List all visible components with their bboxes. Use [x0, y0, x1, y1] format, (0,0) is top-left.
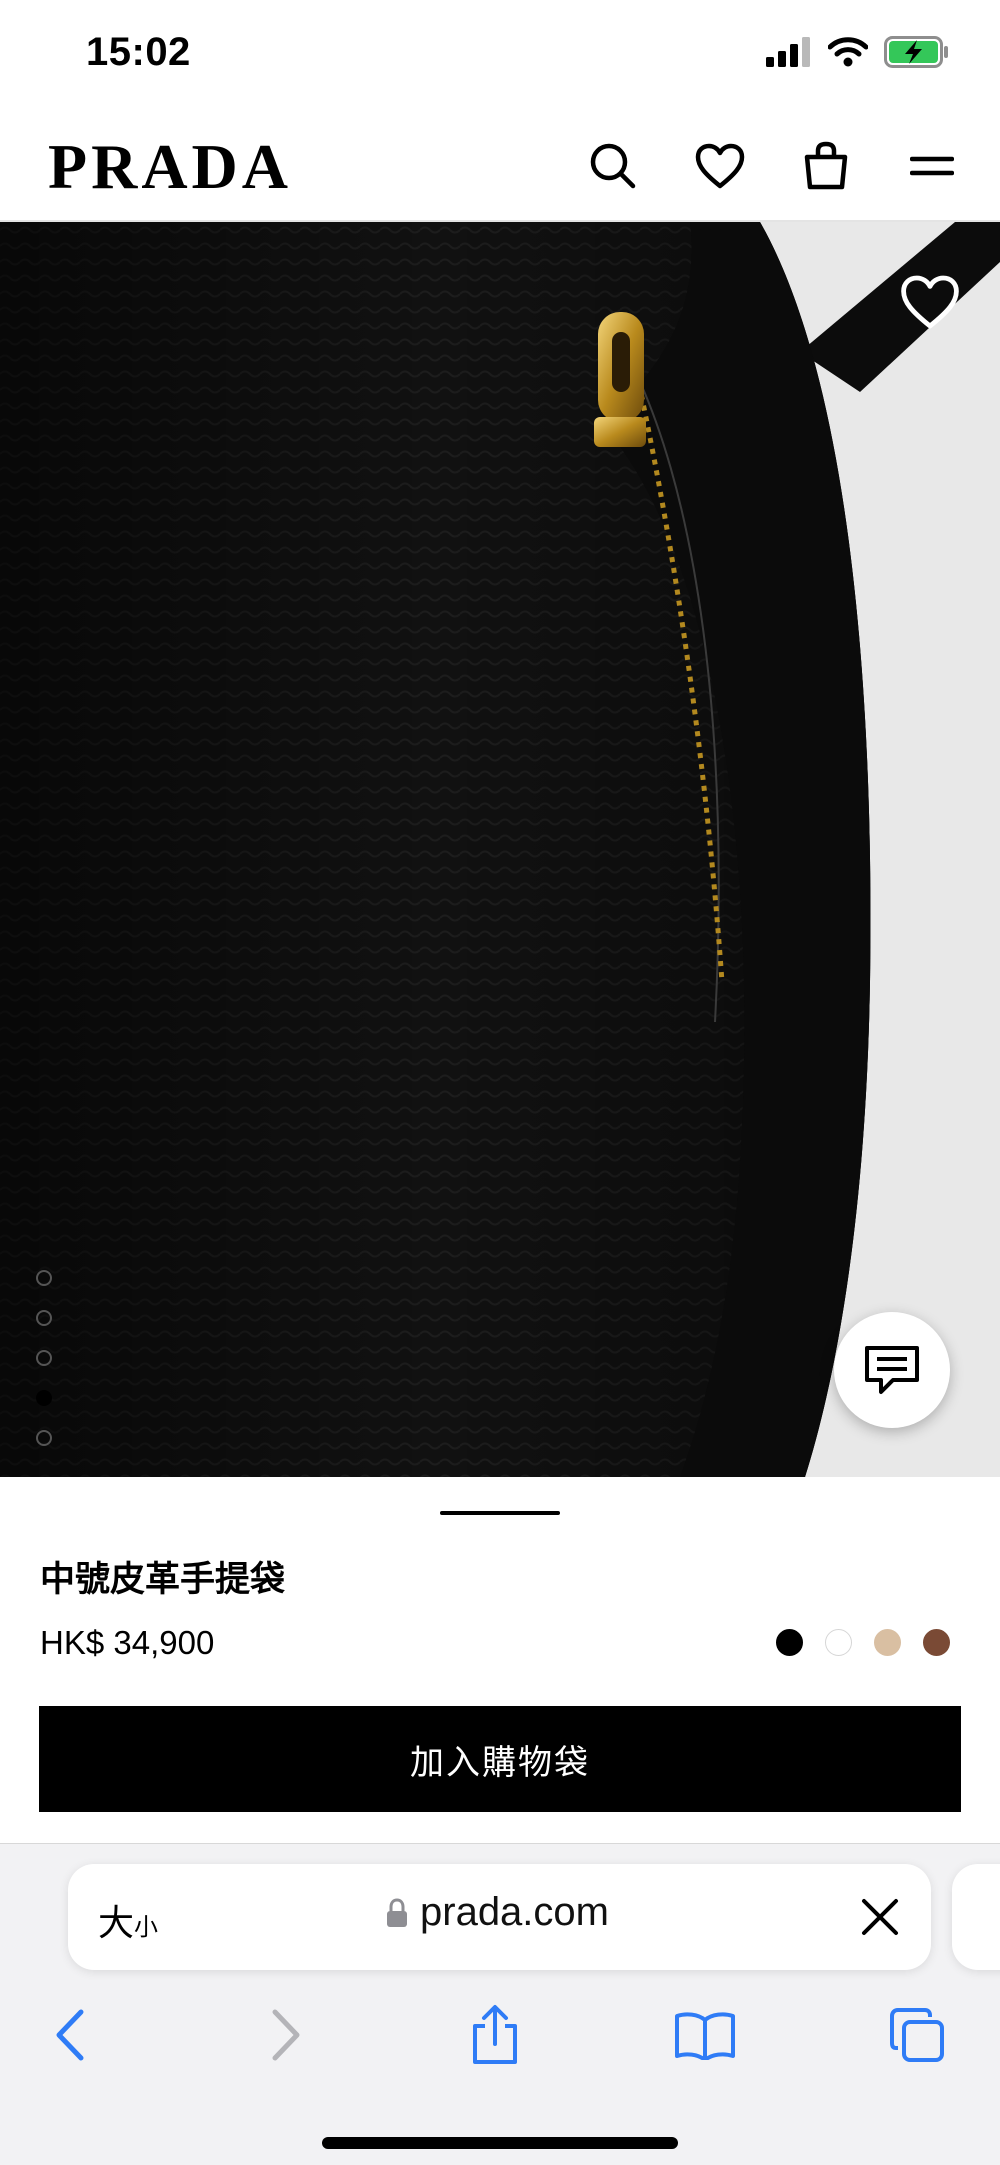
- home-indicator: [322, 2137, 678, 2149]
- text-size-small-glyph: 小: [134, 1914, 159, 1941]
- bag-photo: [0, 222, 1000, 1477]
- gallery-dot[interactable]: [36, 1270, 52, 1286]
- color-swatch-white[interactable]: [825, 1629, 852, 1656]
- gallery-dot[interactable]: [36, 1430, 52, 1446]
- next-tab-preview[interactable]: [952, 1864, 1000, 1970]
- bookmarks-icon[interactable]: [670, 2000, 740, 2070]
- status-time: 15:02: [86, 30, 191, 74]
- signal-icon: [766, 37, 810, 67]
- tabs-icon[interactable]: [882, 2000, 952, 2070]
- battery-charging-icon: [884, 36, 948, 68]
- add-to-bag-button[interactable]: 加入購物袋: [39, 1706, 961, 1812]
- forward-icon[interactable]: [250, 2000, 320, 2070]
- prada-logo[interactable]: PRADA: [48, 130, 292, 204]
- color-swatches: [776, 1629, 950, 1656]
- status-icons: [766, 36, 950, 68]
- color-swatch-black[interactable]: [776, 1629, 803, 1656]
- lock-icon: [387, 1897, 407, 1927]
- close-icon[interactable]: [855, 1892, 905, 1942]
- heart-icon[interactable]: [900, 274, 960, 334]
- browser-toolbar: [0, 2000, 1000, 2080]
- gallery-dot-active[interactable]: [36, 1390, 52, 1406]
- gallery-dot[interactable]: [36, 1310, 52, 1326]
- url-display[interactable]: prada.com: [386, 1890, 609, 1935]
- text-size-button[interactable]: 大小: [98, 1894, 158, 1946]
- chat-button[interactable]: [834, 1312, 950, 1428]
- wifi-icon: [828, 37, 868, 67]
- share-icon[interactable]: [460, 2000, 530, 2070]
- site-header: PRADA: [0, 110, 1000, 222]
- back-icon[interactable]: [36, 2000, 106, 2070]
- product-price: HK$ 34,900: [40, 1624, 215, 1661]
- sheet-drag-handle[interactable]: [440, 1511, 560, 1515]
- gallery-dot[interactable]: [36, 1350, 52, 1366]
- status-bar: 15:02: [0, 0, 1000, 110]
- product-title: 中號皮革手提袋: [40, 1560, 286, 1599]
- address-bar[interactable]: 大小 prada.com: [68, 1864, 931, 1970]
- chat-icon: [865, 1346, 919, 1394]
- url-text: prada.com: [420, 1890, 609, 1934]
- product-info-sheet: 中號皮革手提袋 HK$ 34,900 加入購物袋: [0, 1477, 1000, 1843]
- gallery-pagination: [36, 1270, 52, 1446]
- text-size-large-glyph: 大: [98, 1902, 135, 1943]
- search-icon[interactable]: [585, 138, 641, 194]
- color-swatch-beige[interactable]: [874, 1629, 901, 1656]
- heart-icon[interactable]: [692, 138, 748, 194]
- shopping-bag-icon[interactable]: [798, 138, 854, 194]
- color-swatch-brown[interactable]: [923, 1629, 950, 1656]
- product-image[interactable]: [0, 222, 1000, 1477]
- menu-icon[interactable]: [904, 138, 960, 194]
- browser-bottom-bar: 大小 prada.com: [0, 1843, 1000, 2165]
